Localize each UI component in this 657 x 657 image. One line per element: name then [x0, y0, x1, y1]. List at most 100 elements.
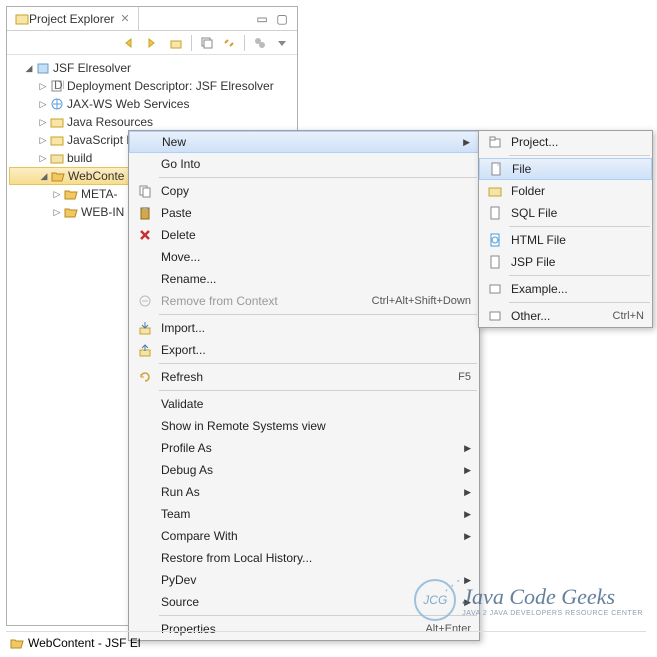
js-resources-icon	[49, 133, 65, 147]
submenu-arrow-icon: ▶	[464, 509, 471, 520]
panel-toolbar	[7, 31, 297, 55]
menu-paste[interactable]: Paste	[129, 202, 479, 224]
paste-icon	[133, 206, 157, 220]
menu-debug-as[interactable]: Debug As ▶	[129, 459, 479, 481]
menu-separator	[159, 177, 477, 178]
submenu-arrow-icon: ▶	[464, 443, 471, 454]
menu-delete[interactable]: Delete	[129, 224, 479, 246]
menu-separator	[509, 155, 650, 156]
menu-run-as[interactable]: Run As ▶	[129, 481, 479, 503]
html-file-icon	[483, 233, 507, 247]
sql-file-icon	[483, 206, 507, 220]
svg-text:DD: DD	[54, 80, 64, 92]
menu-refresh[interactable]: Refresh F5	[129, 366, 479, 388]
submenu-arrow-icon: ▶	[464, 531, 471, 542]
context-menu: New ▶ Go Into Copy Paste Delete Move... …	[128, 130, 480, 641]
watermark-subtitle: JAVA 2 JAVA DEVELOPERS RESOURCE CENTER	[462, 610, 643, 617]
folder-open-icon	[63, 205, 79, 219]
menu-export[interactable]: Export...	[129, 339, 479, 361]
back-icon[interactable]	[123, 34, 141, 52]
menu-rename[interactable]: Rename...	[129, 268, 479, 290]
status-text: WebContent - JSF El	[28, 636, 141, 650]
folder-open-icon	[63, 187, 79, 201]
project-icon	[483, 136, 507, 148]
submenu-example[interactable]: Example...	[479, 278, 652, 300]
tree-item-root[interactable]: ◢ JSF Elresolver	[9, 59, 295, 77]
menu-restore-history[interactable]: Restore from Local History...	[129, 547, 479, 569]
menu-compare-with[interactable]: Compare With ▶	[129, 525, 479, 547]
submenu-folder[interactable]: Folder	[479, 180, 652, 202]
submenu-project[interactable]: Project...	[479, 131, 652, 153]
twisty-icon[interactable]: ▷	[37, 81, 49, 92]
menu-separator	[159, 390, 477, 391]
twisty-icon[interactable]: ◢	[38, 171, 50, 182]
new-submenu: Project... File Folder SQL File HTML Fil…	[478, 130, 653, 328]
export-icon	[133, 343, 157, 357]
menu-copy[interactable]: Copy	[129, 180, 479, 202]
panel-title: Project Explorer	[29, 12, 114, 26]
submenu-jsp-file[interactable]: JSP File	[479, 251, 652, 273]
folder-icon	[483, 185, 507, 197]
menu-separator	[159, 363, 477, 364]
link-editor-icon[interactable]	[220, 34, 238, 52]
minimize-icon[interactable]: ▭	[255, 12, 269, 26]
menu-profile-as[interactable]: Profile As ▶	[129, 437, 479, 459]
menu-go-into[interactable]: Go Into	[129, 153, 479, 175]
file-icon	[484, 162, 508, 176]
menu-separator	[509, 226, 650, 227]
java-resources-icon	[49, 115, 65, 129]
project-icon	[35, 61, 51, 75]
up-icon[interactable]	[167, 34, 185, 52]
menu-team[interactable]: Team ▶	[129, 503, 479, 525]
tree-item[interactable]: ▷ DD Deployment Descriptor: JSF Elresolv…	[9, 77, 295, 95]
menu-import[interactable]: Import...	[129, 317, 479, 339]
delete-icon	[133, 228, 157, 242]
menu-move[interactable]: Move...	[129, 246, 479, 268]
copy-icon	[133, 184, 157, 198]
maximize-icon[interactable]: ▢	[275, 12, 289, 26]
submenu-other[interactable]: Other... Ctrl+N	[479, 305, 652, 327]
twisty-icon[interactable]: ▷	[37, 153, 49, 164]
status-bar: WebContent - JSF El	[6, 631, 646, 653]
other-icon	[483, 309, 507, 323]
twisty-icon[interactable]: ▷	[37, 99, 49, 110]
webservice-icon	[49, 97, 65, 111]
twisty-icon[interactable]: ▷	[37, 117, 49, 128]
watermark-circle: JCG ⋰	[414, 579, 456, 621]
tree-item[interactable]: ▷ Java Resources	[9, 113, 295, 131]
example-icon	[483, 282, 507, 296]
menu-show-remote[interactable]: Show in Remote Systems view	[129, 415, 479, 437]
refresh-icon	[133, 370, 157, 384]
menu-separator	[509, 302, 650, 303]
menu-new[interactable]: New ▶	[129, 131, 479, 153]
submenu-arrow-icon: ▶	[464, 487, 471, 498]
twisty-icon[interactable]: ▷	[51, 207, 63, 218]
watermark-logo: JCG ⋰ Java Code Geeks JAVA 2 JAVA DEVELO…	[414, 579, 643, 621]
menu-remove-context: Remove from Context Ctrl+Alt+Shift+Down	[129, 290, 479, 312]
import-icon	[133, 321, 157, 335]
folder-open-icon	[10, 637, 24, 649]
close-icon[interactable]: ✕	[120, 12, 129, 25]
forward-icon[interactable]	[145, 34, 163, 52]
folder-open-icon	[50, 169, 66, 183]
menu-validate[interactable]: Validate	[129, 393, 479, 415]
descriptor-icon: DD	[49, 79, 65, 93]
submenu-html-file[interactable]: HTML File	[479, 229, 652, 251]
remove-context-icon	[133, 294, 157, 308]
menu-separator	[509, 275, 650, 276]
panel-header: Project Explorer ✕ ▭ ▢	[7, 7, 297, 31]
submenu-file[interactable]: File	[479, 158, 652, 180]
collapse-all-icon[interactable]	[198, 34, 216, 52]
tree-item[interactable]: ▷ JAX-WS Web Services	[9, 95, 295, 113]
submenu-sql-file[interactable]: SQL File	[479, 202, 652, 224]
twisty-icon[interactable]: ▷	[51, 189, 63, 200]
focus-task-icon[interactable]	[251, 34, 269, 52]
folder-icon	[49, 151, 65, 165]
submenu-arrow-icon: ▶	[464, 465, 471, 476]
twisty-icon[interactable]: ◢	[23, 63, 35, 74]
submenu-arrow-icon: ▶	[463, 137, 470, 148]
panel-tab[interactable]: Project Explorer ✕	[7, 7, 139, 30]
view-menu-icon[interactable]	[273, 34, 291, 52]
twisty-icon[interactable]: ▷	[37, 135, 49, 146]
explorer-icon	[15, 12, 29, 26]
